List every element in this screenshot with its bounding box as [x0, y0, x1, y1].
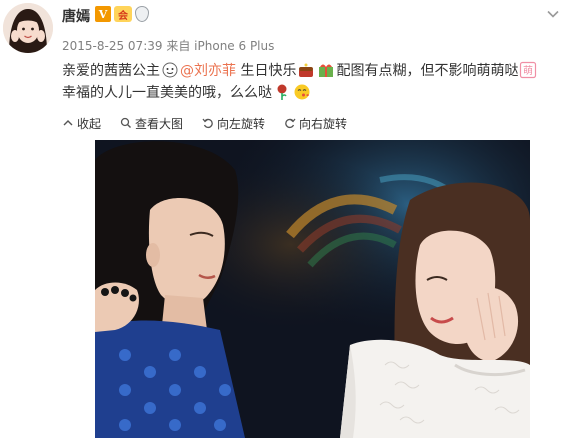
zoom-icon: [120, 117, 132, 128]
body-text-part1: 亲爱的茜茜公主: [62, 63, 160, 79]
source-link[interactable]: iPhone 6 Plus: [194, 39, 274, 53]
rotate-left-button[interactable]: 向左旋转: [202, 115, 265, 132]
body-text-part2: 生日快乐: [240, 63, 297, 79]
view-large-label: 查看大图: [135, 116, 184, 131]
rotate-left-label: 向左旋转: [217, 116, 266, 131]
rotate-right-icon: [285, 118, 296, 129]
chevron-down-icon[interactable]: [546, 6, 560, 20]
rotate-right-button[interactable]: 向右旋转: [284, 115, 347, 132]
mention-link[interactable]: @刘亦菲: [180, 63, 236, 79]
rotate-right-label: 向右旋转: [299, 116, 348, 131]
collapse-label: 收起: [77, 116, 102, 131]
verified-v-icon[interactable]: V: [95, 6, 111, 22]
gift-emoji-icon: [317, 61, 335, 79]
rose-emoji-icon: [273, 83, 291, 101]
kiss-emoji-icon: [293, 83, 311, 101]
avatar-image: [3, 3, 53, 53]
timestamp[interactable]: 2015-8-25 07:39: [62, 39, 163, 53]
rotate-left-icon: [202, 118, 213, 129]
post-body: 亲爱的茜茜公主 @刘亦菲 生日快乐 配图有点糊，但不影响萌萌哒萌 幸福的人儿一直美美…: [62, 60, 567, 104]
collapse-button[interactable]: 收起: [62, 115, 101, 132]
crown-badge-icon[interactable]: 会: [114, 6, 132, 22]
user-badges: V 会: [95, 6, 149, 22]
collapse-icon: [63, 120, 73, 126]
cute-stamp-emoji-icon: 萌: [519, 61, 537, 79]
username[interactable]: 唐嫣: [62, 6, 90, 26]
post-meta: 2015-8-25 07:39 来自 iPhone 6 Plus: [62, 37, 274, 54]
post-photo[interactable]: [95, 140, 530, 438]
body-text-line2: 幸福的人儿一直美美的哦，么么哒: [62, 85, 272, 101]
avatar[interactable]: [3, 3, 53, 53]
face-emoji-icon: [161, 61, 179, 79]
svg-text:萌: 萌: [523, 64, 533, 77]
weibo-post-card: 唐嫣 V 会 2015-8-25 07:39 来自 iPhone 6 Plus …: [0, 0, 572, 438]
cake-emoji-icon: [297, 61, 315, 79]
view-large-button[interactable]: 查看大图: [120, 115, 183, 132]
image-toolbar: 收起 查看大图 向左旋转 向右旋转: [62, 114, 347, 132]
photo-image: [95, 140, 530, 438]
body-text-part3: 配图有点糊，但不影响萌萌哒: [336, 63, 519, 79]
source-prefix: 来自: [166, 39, 191, 53]
medal-icon[interactable]: [135, 6, 149, 22]
